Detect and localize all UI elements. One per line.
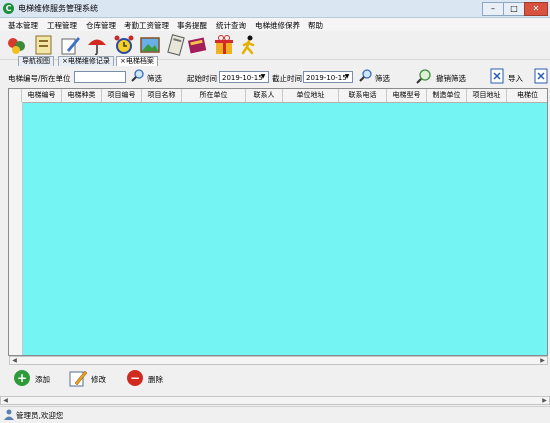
minimize-button[interactable]: – bbox=[482, 2, 504, 16]
row-header-corner bbox=[9, 89, 22, 102]
column-header[interactable]: 项目编号 bbox=[102, 89, 142, 102]
maximize-button[interactable]: □ bbox=[503, 2, 525, 16]
menu-elevator-maintenance[interactable]: 电梯维修保养 bbox=[255, 20, 300, 31]
scroll-right-icon[interactable]: ▶ bbox=[540, 397, 549, 404]
export-icon[interactable] bbox=[534, 68, 548, 84]
filter-button[interactable]: 筛选 bbox=[147, 73, 162, 84]
running-person-icon[interactable] bbox=[238, 34, 260, 56]
menu-help[interactable]: 帮助 bbox=[308, 20, 323, 31]
start-time-label: 起始时间 bbox=[187, 74, 217, 83]
edit-icon[interactable] bbox=[68, 368, 88, 388]
end-date-value: 2019-10-15 bbox=[306, 74, 347, 82]
scroll-left-icon[interactable]: ◀ bbox=[1, 397, 10, 404]
menu-basic-management[interactable]: 基本管理 bbox=[8, 20, 38, 31]
tab-maintenance-records[interactable]: ×电梯维修记录 bbox=[58, 56, 114, 66]
elevator-archive-table[interactable]: 电梯编号 电梯种类 项目编号 项目名称 所在单位 联系人 单位地址 联系电话 电… bbox=[8, 88, 548, 356]
menu-project-management[interactable]: 工程管理 bbox=[47, 20, 77, 31]
column-header[interactable]: 电梯位 bbox=[507, 89, 547, 102]
tab-navigation-view[interactable]: 导航视图 bbox=[18, 56, 54, 66]
import-icon[interactable] bbox=[490, 68, 505, 84]
table-header: 电梯编号 电梯种类 项目编号 项目名称 所在单位 联系人 单位地址 联系电话 电… bbox=[9, 89, 547, 103]
search-icon[interactable] bbox=[359, 68, 373, 82]
app-logo-icon: C bbox=[3, 3, 14, 14]
status-bar: 管理员,欢迎您 bbox=[0, 406, 550, 423]
menu-attendance-salary[interactable]: 考勤工资管理 bbox=[124, 20, 169, 31]
cancel-search-icon[interactable] bbox=[416, 68, 432, 84]
tab-elevator-archive[interactable]: ×电梯档案 bbox=[116, 56, 158, 66]
close-button[interactable]: ✕ bbox=[524, 2, 548, 16]
delete-button[interactable]: 删除 bbox=[148, 374, 163, 385]
menu-statistics[interactable]: 统计查询 bbox=[216, 20, 246, 31]
start-date-value: 2019-10-15 bbox=[222, 74, 263, 82]
column-header[interactable]: 单位地址 bbox=[283, 89, 339, 102]
delete-icon[interactable]: − bbox=[127, 370, 143, 386]
people-icon[interactable] bbox=[6, 34, 28, 56]
umbrella-icon[interactable] bbox=[86, 34, 108, 56]
column-header[interactable]: 项目名称 bbox=[142, 89, 182, 102]
tab-strip: 导航视图 ×电梯维修记录 ×电梯档案 bbox=[0, 56, 550, 67]
elevator-filter-input[interactable] bbox=[74, 71, 126, 83]
import-button[interactable]: 导入 bbox=[508, 73, 523, 84]
chevron-down-icon: ▼ bbox=[260, 73, 266, 80]
search-icon[interactable] bbox=[131, 68, 145, 82]
end-date-picker[interactable]: 2019-10-15 ▼ bbox=[303, 71, 353, 83]
column-header[interactable]: 电梯型号 bbox=[387, 89, 427, 102]
filter-bar: 电梯编号/所在单位 筛选 起始时间 2019-10-15 ▼ 截止时间 2019… bbox=[0, 67, 550, 87]
row-header-column bbox=[9, 102, 23, 355]
add-button[interactable]: 添加 bbox=[35, 374, 50, 385]
book-icon[interactable] bbox=[186, 34, 208, 56]
column-header[interactable]: 制造单位 bbox=[427, 89, 467, 102]
elevator-filter-label: 电梯编号/所在单位 bbox=[8, 74, 71, 83]
menu-bar: 基本管理 工程管理 仓库管理 考勤工资管理 事务提醒 统计查询 电梯维修保养 帮… bbox=[0, 18, 550, 31]
window-title: 电梯维修服务管理系统 bbox=[18, 4, 98, 13]
menu-reminders[interactable]: 事务提醒 bbox=[177, 20, 207, 31]
edit-paper-icon[interactable] bbox=[59, 34, 81, 56]
alarm-clock-icon[interactable] bbox=[113, 34, 135, 56]
scroll-left-icon[interactable]: ◀ bbox=[10, 357, 19, 364]
status-welcome-text: 管理员,欢迎您 bbox=[16, 411, 64, 420]
chevron-down-icon: ▼ bbox=[344, 73, 350, 80]
filter-button-2[interactable]: 筛选 bbox=[375, 73, 390, 84]
end-time-label: 截止时间 bbox=[272, 74, 302, 83]
window-horizontal-scrollbar[interactable]: ◀ ▶ bbox=[0, 396, 550, 405]
column-header[interactable]: 所在单位 bbox=[182, 89, 246, 102]
column-header[interactable]: 项目地址 bbox=[467, 89, 507, 102]
add-icon[interactable]: + bbox=[14, 370, 30, 386]
edit-button[interactable]: 修改 bbox=[91, 374, 106, 385]
title-bar: C 电梯维修服务管理系统 – □ ✕ bbox=[0, 0, 550, 18]
cancel-filter-button[interactable]: 撤销筛选 bbox=[436, 73, 466, 84]
menu-warehouse-management[interactable]: 仓库管理 bbox=[86, 20, 116, 31]
document-icon[interactable] bbox=[33, 34, 55, 56]
table-horizontal-scrollbar[interactable]: ◀ ▶ bbox=[9, 356, 548, 365]
column-header[interactable]: 联系人 bbox=[246, 89, 283, 102]
gift-icon[interactable] bbox=[213, 34, 235, 56]
column-header[interactable]: 电梯种类 bbox=[62, 89, 102, 102]
column-header[interactable]: 电梯编号 bbox=[22, 89, 62, 102]
scroll-right-icon[interactable]: ▶ bbox=[538, 357, 547, 364]
user-icon bbox=[4, 409, 14, 420]
notebook-icon[interactable] bbox=[165, 34, 187, 56]
column-header[interactable]: 联系电话 bbox=[339, 89, 387, 102]
start-date-picker[interactable]: 2019-10-15 ▼ bbox=[219, 71, 269, 83]
picture-icon[interactable] bbox=[139, 34, 161, 56]
